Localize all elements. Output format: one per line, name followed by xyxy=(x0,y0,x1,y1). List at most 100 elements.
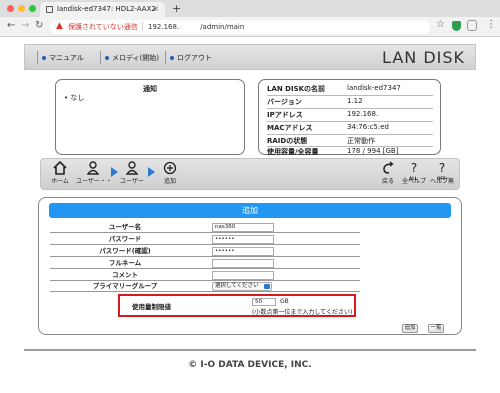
nav-user[interactable]: ユーザー xyxy=(115,161,149,185)
back-arrow-icon[interactable]: ← xyxy=(7,20,15,31)
nav-add-label: 追加 xyxy=(163,178,176,185)
manual-link-label: マニュアル xyxy=(49,54,84,62)
info-row-version: バージョン 1.12 xyxy=(267,97,437,107)
menu-kebab-icon[interactable]: ⋮ xyxy=(486,19,496,30)
nav-add[interactable]: 追加 xyxy=(153,161,187,185)
header-divider xyxy=(100,51,101,64)
melody-start-link[interactable]: メロディ(開始) xyxy=(105,53,159,63)
quota-label: 使用量制限値 xyxy=(132,303,171,311)
nav-home[interactable]: ホーム xyxy=(43,161,77,185)
bookmark-star-icon[interactable]: ☆ xyxy=(436,19,445,30)
footer-divider xyxy=(24,349,476,351)
info-key: RAIDの状態 xyxy=(267,137,308,145)
info-row-raid: RAIDの状態 正常動作 xyxy=(267,136,437,146)
fullname-label: フルネーム xyxy=(108,259,142,267)
maximize-window-icon[interactable] xyxy=(29,5,36,12)
logout-link[interactable]: ログアウト xyxy=(170,53,212,63)
form-title: 追加 xyxy=(49,203,451,218)
info-row-capacity: 使用容量/全容量 178 / 994 [GB] xyxy=(267,147,437,157)
info-key: 使用容量/全容量 xyxy=(267,148,319,156)
svg-text:?: ? xyxy=(411,161,417,175)
bullet-icon xyxy=(42,56,46,60)
browser-toolbar: ← → ↻ ▲ 保護されていない通信 | 192.168. /admin/mai… xyxy=(0,17,500,37)
user-icon xyxy=(125,161,139,175)
list-button[interactable]: 一覧 xyxy=(428,324,444,333)
info-value: 1.12 xyxy=(347,97,363,105)
url-text[interactable]: 192.168. /admin/main xyxy=(148,22,244,32)
nav-user-label: ユーザー xyxy=(120,178,144,185)
primary-group-row: プライマリーグループ 選択してください xyxy=(50,281,360,292)
close-window-icon[interactable] xyxy=(7,5,14,12)
info-key: LAN DISKの名前 xyxy=(267,85,326,93)
icon-nav-bar: ホーム ユーザー・・ ユーザー 追加 戻る ? ALL 全ヘルプ ? OFF ヘ… xyxy=(40,158,460,190)
info-key: バージョン xyxy=(267,98,302,106)
back-curve-icon xyxy=(383,161,394,174)
select-arrows-icon xyxy=(264,284,270,289)
info-row-name: LAN DISKの名前 landisk-ed7347 xyxy=(267,84,437,94)
header-divider xyxy=(165,51,166,64)
primary-group-value: 選択してください xyxy=(215,283,259,289)
browser-tabstrip: landisk-ed7347: HDL2-AAX2 × + xyxy=(0,0,500,17)
nav-users-label: ユーザー・・ xyxy=(76,178,112,185)
info-key: IPアドレス xyxy=(267,111,303,119)
password-label: パスワード xyxy=(108,235,142,243)
page-favicon-icon xyxy=(46,6,53,13)
help-off-sub: OFF xyxy=(437,176,446,181)
url-divider: | xyxy=(141,21,144,30)
tab-title: landisk-ed7347: HDL2-AAX2 xyxy=(57,5,156,13)
info-value: 178 / 994 [GB] xyxy=(347,147,399,155)
device-info-panel: LAN DISKの名前 landisk-ed7347 バージョン 1.12 IPアド… xyxy=(258,79,441,157)
password-row: パスワード •••••• xyxy=(50,234,360,245)
reload-icon[interactable]: ↻ xyxy=(35,20,43,31)
notice-panel: 通知 • なし xyxy=(55,79,245,155)
comment-label: コメント xyxy=(112,271,138,279)
nav-home-label: ホーム xyxy=(51,178,69,185)
app-header: マニュアル メロディ(開始) ログアウト LAN DISK xyxy=(24,44,476,70)
shield-extension-icon[interactable] xyxy=(452,21,461,31)
footer-copyright: © I-O DATA DEVICE, INC. xyxy=(188,360,312,370)
address-bar[interactable]: ▲ 保護されていない通信 | 192.168. /admin/main xyxy=(50,20,430,34)
info-key: MACアドレス xyxy=(267,124,313,132)
info-value: 正常動作 xyxy=(347,137,375,145)
bullet-icon xyxy=(170,56,174,60)
minimize-window-icon[interactable] xyxy=(18,5,25,12)
insecure-warning[interactable]: 保護されていない通信 xyxy=(68,22,138,32)
password-confirm-input[interactable]: •••••• xyxy=(212,247,274,256)
home-icon xyxy=(53,161,67,175)
username-row: ユーザー名 nas360 xyxy=(50,222,360,233)
info-divider xyxy=(267,134,433,135)
melody-link-label: メロディ(開始) xyxy=(112,54,159,62)
primary-group-label: プライマリーグループ xyxy=(92,282,158,290)
info-value: 192.168. xyxy=(347,110,379,118)
info-row-mac: MACアドレス 34:76:c5:ed xyxy=(267,123,437,133)
all-help-sub: ALL xyxy=(409,176,418,181)
info-divider xyxy=(267,108,433,109)
comment-input[interactable] xyxy=(212,271,274,280)
password-confirm-row: パスワード(確認) •••••• xyxy=(50,246,360,257)
password-input[interactable]: •••••• xyxy=(212,235,274,244)
fullname-input[interactable] xyxy=(212,259,274,268)
info-divider xyxy=(267,95,433,96)
warning-triangle-icon: ▲ xyxy=(56,21,63,31)
tab-close-icon[interactable]: × xyxy=(152,4,159,13)
manual-link[interactable]: マニュアル xyxy=(42,53,84,63)
password-confirm-label: パスワード(確認) xyxy=(99,247,151,255)
nav-users[interactable]: ユーザー・・ xyxy=(76,161,112,185)
primary-group-select[interactable]: 選択してください xyxy=(212,282,272,291)
bullet-icon xyxy=(105,56,109,60)
username-input[interactable]: nas360 xyxy=(212,223,274,232)
comment-row: コメント xyxy=(50,270,360,281)
quota-input[interactable]: 50 xyxy=(252,298,276,306)
header-divider xyxy=(37,51,38,64)
browser-tab[interactable]: landisk-ed7347: HDL2-AAX2 × xyxy=(40,2,165,17)
help-off-button[interactable]: ? OFF ヘルプ無 xyxy=(425,161,459,185)
add-submit-button[interactable]: 追加 xyxy=(402,324,418,333)
new-tab-button[interactable]: + xyxy=(172,2,181,15)
brand-logo: LAN DISK xyxy=(382,48,465,67)
quota-highlight: 使用量制限値 50 GB (小数点第一位まで入力してください) xyxy=(118,294,356,317)
notice-item: • なし xyxy=(64,94,85,102)
extension-icon[interactable] xyxy=(467,20,477,31)
info-value: 34:76:c5:ed xyxy=(347,123,389,131)
forward-arrow-icon[interactable]: → xyxy=(21,20,29,31)
info-value: landisk-ed7347 xyxy=(347,84,401,92)
